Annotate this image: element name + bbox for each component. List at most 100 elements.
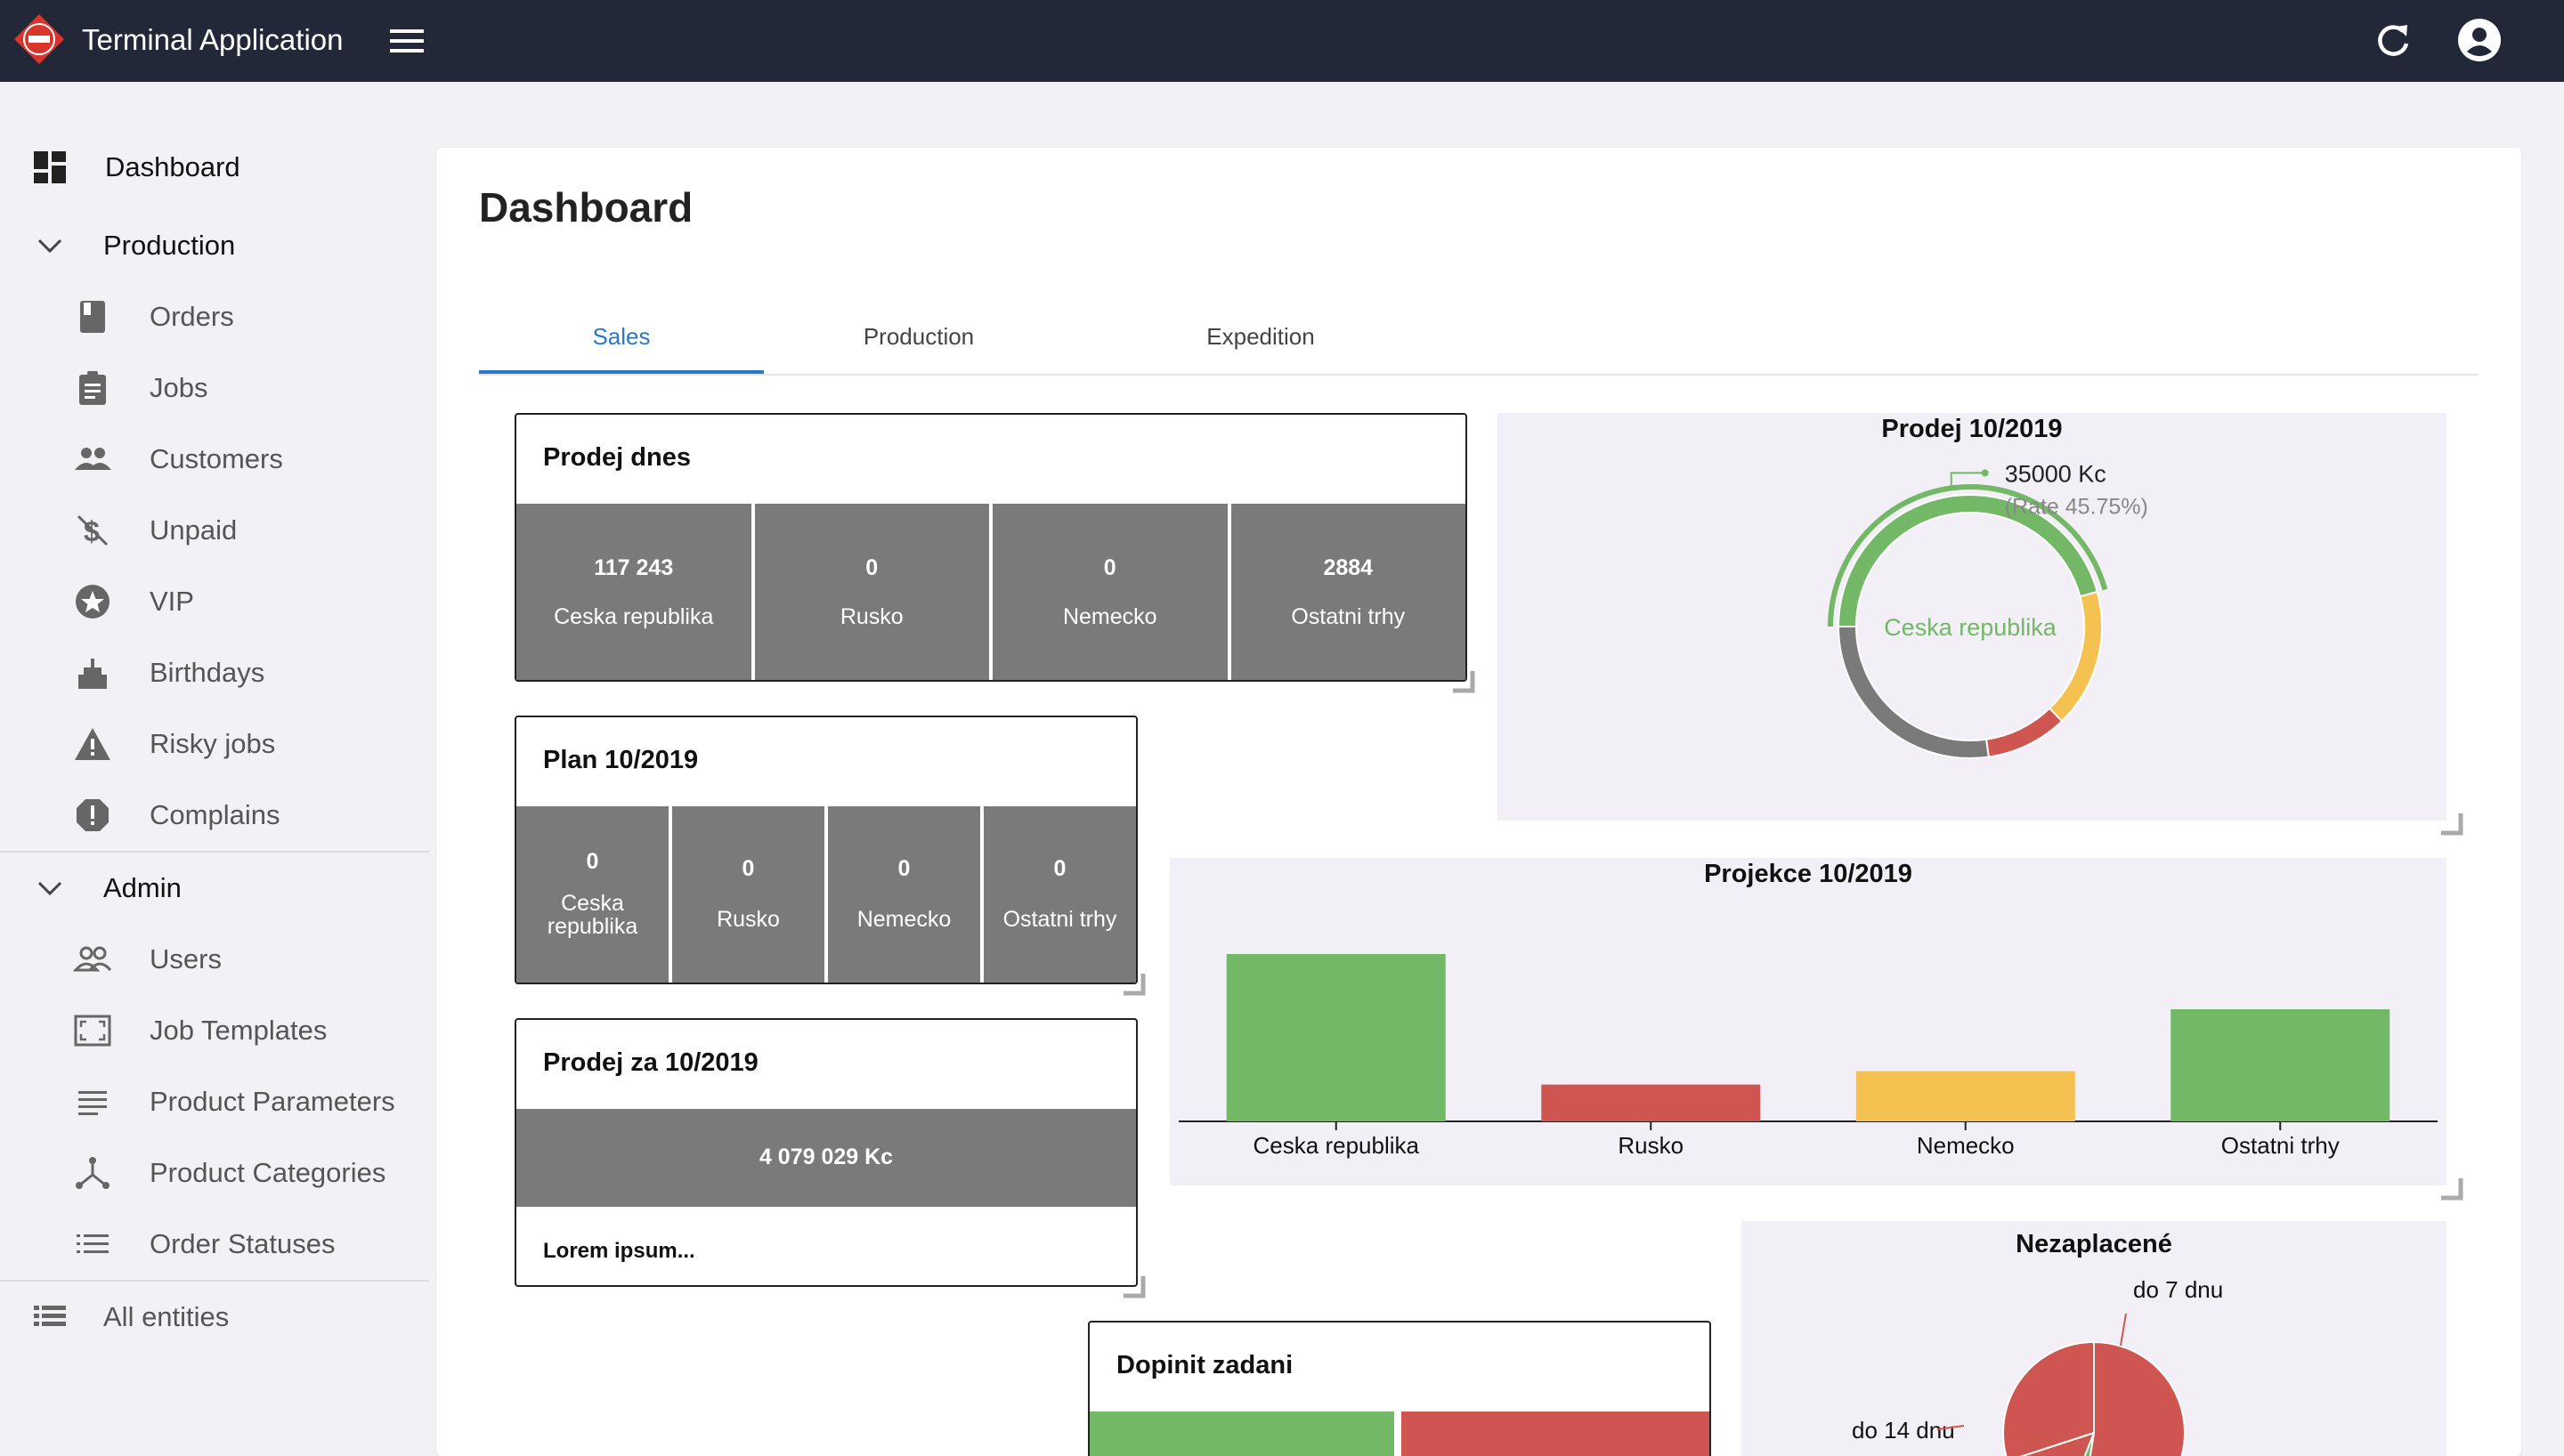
cake-icon (78, 659, 107, 689)
sidebar-item-users[interactable]: Users (0, 933, 429, 986)
chart-panel-nezaplacene: Nezaplacené do 7 dnu do 14 dnu (1741, 1221, 2446, 1456)
sidebar-item-label: Birthdays (150, 657, 265, 688)
tab-bar: Sales Production Expedition (479, 299, 2479, 376)
app-bar: Terminal Application (0, 0, 2564, 82)
widget-title: Prodej dnes (543, 443, 691, 472)
sidebar-item-label: Jobs (150, 372, 208, 403)
sidebar-item-order-statuses[interactable]: Order Statuses (0, 1217, 429, 1271)
tab-expedition[interactable]: Expedition (1118, 299, 1403, 374)
stat-cell: 0 Nemecko (828, 806, 984, 983)
sidebar-item-risky-jobs[interactable]: Risky jobs (0, 717, 429, 771)
stat-strip: 4 079 029 Kc (516, 1109, 1136, 1207)
sidebar-item-product-parameters[interactable]: Product Parameters (0, 1075, 429, 1128)
sidebar-item-vip[interactable]: VIP (0, 575, 429, 628)
donut-slice (2048, 590, 2103, 723)
stat-cell: 0 Ceska republika (516, 806, 672, 983)
donut-slice (1984, 707, 2064, 758)
sidebar-item-label: Order Statuses (150, 1228, 336, 1259)
sidebar-item-product-categories[interactable]: Product Categories (0, 1146, 429, 1200)
category-tree-icon (76, 1157, 110, 1189)
donut-slice (1837, 626, 1990, 759)
pie-slice-label: do 14 dnu (1852, 1417, 1955, 1444)
donut-active-value: 35000 Kc (2005, 460, 2106, 487)
sidebar-item-all-entities[interactable]: All entities (0, 1290, 429, 1344)
donut-active-rate: (Rate 45.75%) (2005, 494, 2148, 519)
stat-label: Rusko (717, 907, 780, 932)
stat-value: 0 (1053, 856, 1067, 881)
bar (1541, 1084, 1761, 1121)
stat-label: Ostatni trhy (1291, 604, 1406, 629)
stat-value: 2884 (1323, 555, 1374, 580)
book-icon (80, 301, 105, 333)
sidebar-item-label: Job Templates (150, 1015, 328, 1046)
widget-plan: Plan 10/2019 0 Ceska republika 0 Rusko 0 Ne… (515, 716, 1138, 984)
sidebar-item-dashboard[interactable]: Dashboard (0, 141, 429, 194)
logo-icon[interactable] (12, 12, 66, 66)
app-title: Terminal Application (82, 23, 344, 56)
menu-icon[interactable] (388, 23, 426, 59)
widget-title: Prodej za 10/2019 (543, 1048, 759, 1077)
chart-panel-projekce: Projekce 10/2019 Ceska republika Rusko Nem… (1170, 858, 2446, 1185)
warning-icon (75, 728, 110, 760)
pie-slice-label: do 7 dnu (2133, 1276, 2223, 1303)
lines-icon (78, 1091, 107, 1115)
stat-cell: 4 079 029 Kc (516, 1109, 1136, 1207)
sidebar-group-label: Production (103, 230, 236, 261)
x-tick-label: Ostatni trhy (2221, 1132, 2340, 1159)
bar (2170, 1009, 2390, 1121)
account-icon[interactable] (2455, 16, 2503, 64)
pie-chart: do 7 dnu do 14 dnu (1852, 1276, 2223, 1456)
sidebar-item-label: Users (150, 943, 222, 975)
refresh-icon[interactable] (2372, 20, 2414, 62)
progress-segment-green (1090, 1412, 1398, 1456)
resize-handle-icon[interactable] (2438, 810, 2464, 837)
x-tick-label: Ceska republika (1254, 1132, 1420, 1159)
dashboard-icon (34, 151, 66, 183)
sidebar-item-label: Orders (150, 301, 234, 332)
chart-panel-prodej: Prodej 10/2019 35000 Kc (Rate 45.75%) Cesk… (1497, 413, 2446, 821)
widget-title: Dopinit zadani (1116, 1351, 1294, 1379)
stat-value: 0 (586, 849, 599, 874)
sidebar-item-orders[interactable]: Orders (0, 290, 429, 344)
widget-dopinit-zadani: Dopinit zadani (1088, 1321, 1711, 1456)
x-tick-label: Rusko (1618, 1132, 1684, 1159)
sidebar-item-complains[interactable]: Complains (0, 789, 429, 842)
chevron-down-icon (37, 239, 62, 254)
sidebar-item-customers[interactable]: Customers (0, 433, 429, 486)
widget-prodej-za: Prodej za 10/2019 4 079 029 Kc Lorem ips… (515, 1018, 1138, 1287)
page-title: Dashboard (479, 184, 694, 231)
list-icon (77, 1234, 109, 1253)
widget-note: Lorem ipsum... (543, 1239, 695, 1263)
stat-label: Ceska republika (554, 604, 714, 629)
sidebar-divider (0, 1280, 429, 1282)
clipboard-icon (79, 371, 106, 405)
stat-value: 117 243 (594, 555, 674, 580)
stat-total: 4 079 029 Kc (759, 1145, 894, 1169)
sidebar-group-admin[interactable]: Admin (0, 861, 429, 915)
resize-handle-icon[interactable] (1120, 970, 1147, 997)
sidebar-item-job-templates[interactable]: Job Templates (0, 1004, 429, 1057)
resize-handle-icon[interactable] (2438, 1175, 2464, 1201)
stat-value: 0 (897, 856, 911, 881)
sidebar-item-label: Risky jobs (150, 728, 276, 759)
sidebar-item-jobs[interactable]: Jobs (0, 361, 429, 415)
resize-handle-icon[interactable] (1449, 667, 1476, 694)
stat-value: 0 (742, 856, 755, 881)
chevron-down-icon (37, 881, 62, 896)
sidebar-group-production[interactable]: Production (0, 219, 429, 272)
bar (1855, 1071, 2075, 1121)
tab-sales[interactable]: Sales (479, 299, 764, 374)
tab-production[interactable]: Production (776, 299, 1061, 374)
sidebar-item-birthdays[interactable]: Birthdays (0, 646, 429, 700)
resize-handle-icon[interactable] (1120, 1273, 1147, 1299)
stat-cell: 2884 Ostatni trhy (1231, 504, 1466, 680)
sidebar-item-unpaid[interactable]: $ Unpaid (0, 504, 429, 557)
donut-leader-dot (1981, 469, 1989, 477)
main-content: Dashboard Sales Production Expedition Pr… (436, 148, 2521, 1456)
x-tick-label: Nemecko (1917, 1132, 2015, 1159)
sidebar-item-label: Dashboard (105, 151, 240, 182)
bar (1226, 954, 1446, 1121)
stat-strip: 0 Ceska republika 0 Rusko 0 Nemecko 0 Ostatn… (516, 806, 1136, 983)
donut-center-label: Ceska republika (1884, 614, 2057, 641)
sidebar-item-label: Product Parameters (150, 1086, 395, 1117)
